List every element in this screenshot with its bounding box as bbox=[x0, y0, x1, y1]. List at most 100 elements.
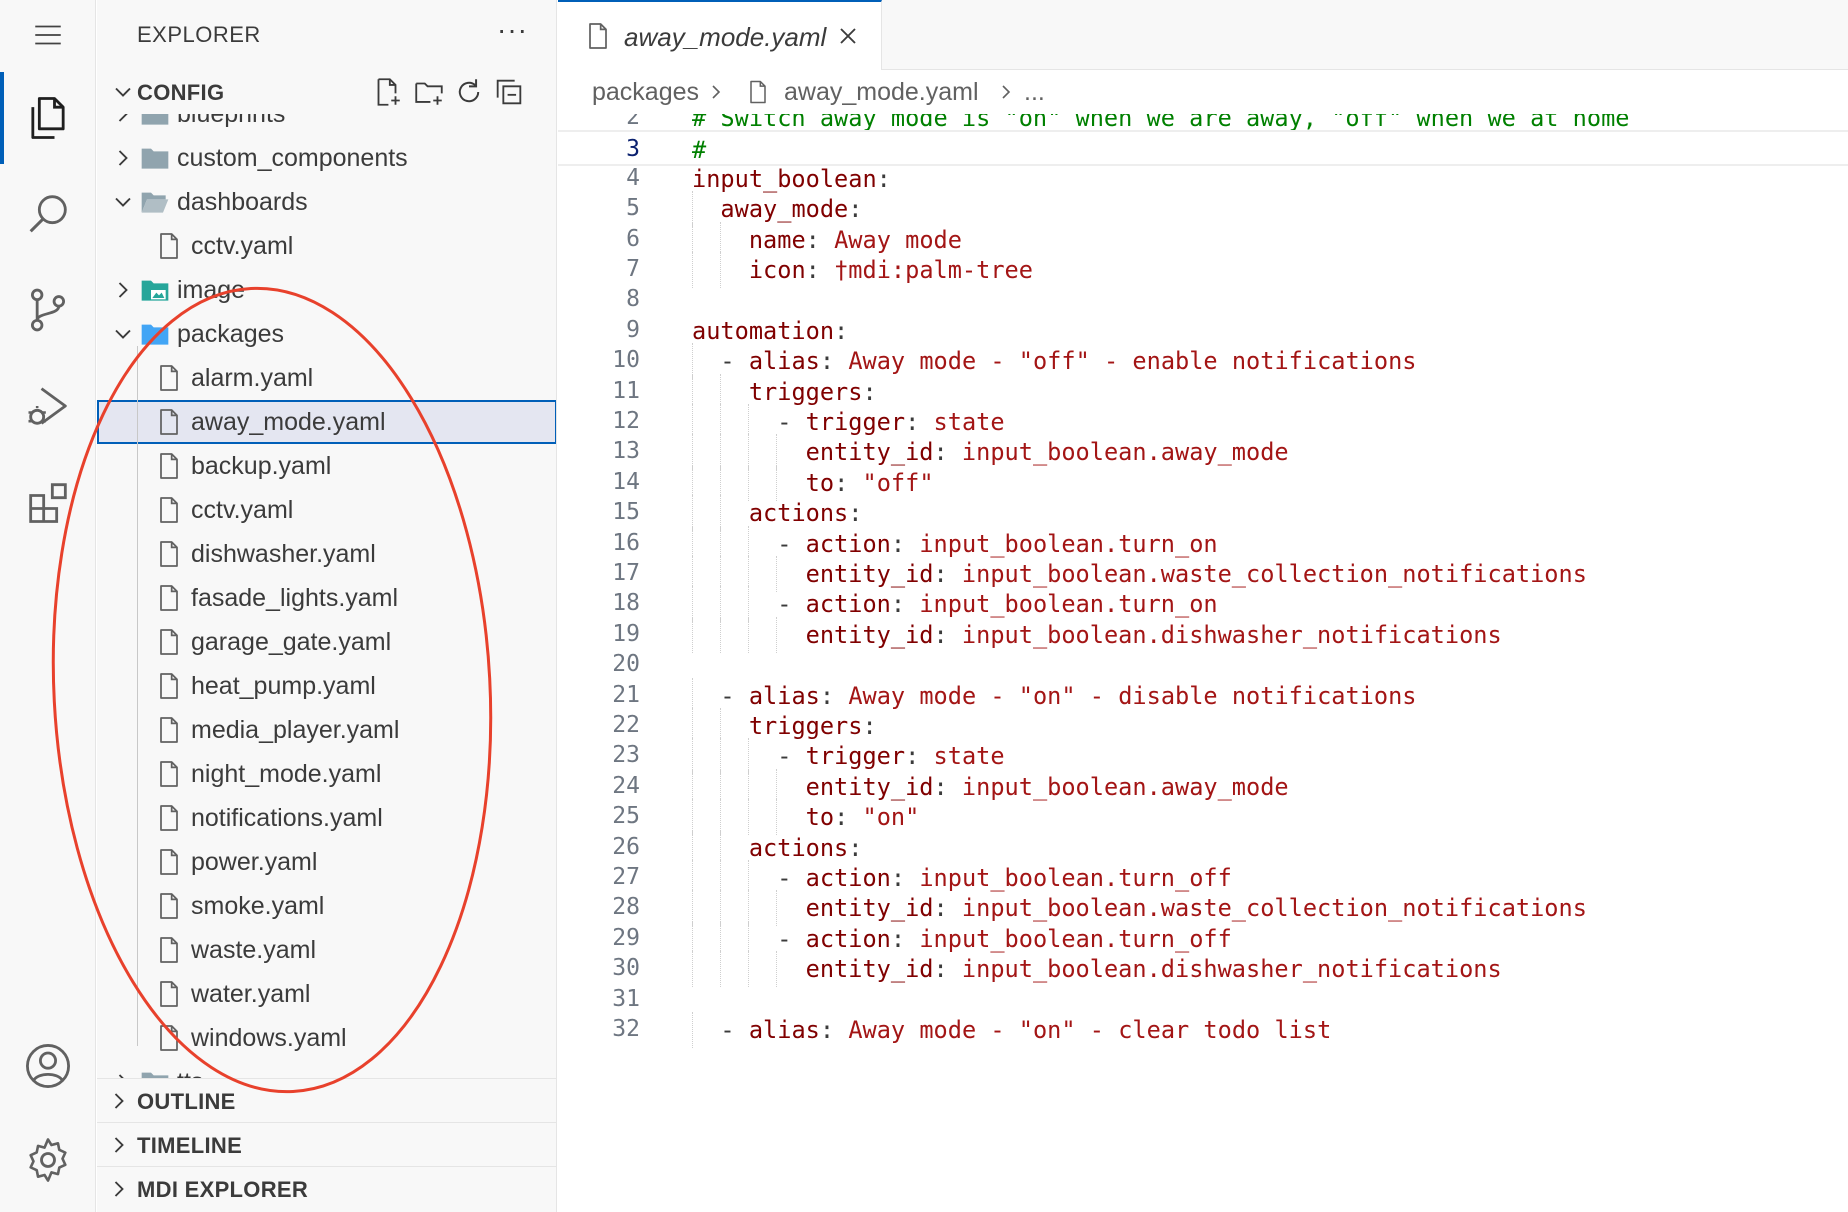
workspace-root-header[interactable]: CONFIG bbox=[97, 70, 556, 114]
menu-button[interactable] bbox=[0, 0, 96, 70]
chevron-right-icon bbox=[118, 114, 128, 122]
code-text: to: "on" bbox=[805, 803, 920, 832]
extensions-view-button[interactable] bbox=[0, 454, 96, 550]
gear-icon bbox=[29, 1138, 67, 1182]
tree-file-item[interactable]: water.yaml bbox=[97, 972, 556, 1016]
tree-file-item[interactable]: media_player.yaml bbox=[97, 708, 556, 752]
timeline-section[interactable]: TIMELINE bbox=[97, 1122, 556, 1166]
activity-bar bbox=[0, 0, 96, 1212]
breadcrumb-symbols[interactable]: ... bbox=[1024, 78, 1045, 107]
mdi-explorer-section[interactable]: MDI EXPLORER bbox=[97, 1166, 556, 1210]
more-actions-icon[interactable]: ··· bbox=[497, 14, 528, 46]
tree-file-item[interactable]: cctv.yaml bbox=[97, 224, 556, 268]
new-folder-icon bbox=[415, 82, 443, 105]
line-number: 8 bbox=[626, 286, 640, 313]
extensions-icon bbox=[29, 483, 67, 523]
tree-file-item[interactable]: fasade_lights.yaml bbox=[97, 576, 556, 620]
line-number: 28 bbox=[612, 894, 640, 921]
code-line: 32 - alias: Away mode - "on" - clear tod… bbox=[558, 1012, 1848, 1048]
tree-file-item[interactable]: smoke.yaml bbox=[97, 884, 556, 928]
line-number: 5 bbox=[626, 195, 640, 222]
tree-item-label: cctv.yaml bbox=[191, 496, 294, 524]
tree-item-label: packages bbox=[177, 320, 285, 348]
code-editor[interactable]: 2 # Switch away_mode is "on" when we are … bbox=[558, 114, 1848, 1212]
chevron-down-icon bbox=[115, 197, 131, 207]
chevron-right-icon bbox=[118, 150, 128, 166]
tree-file-item[interactable]: notifications.yaml bbox=[97, 796, 556, 840]
code-text: - alias: Away mode - "off" - enable noti… bbox=[720, 347, 1417, 376]
tree-file-item[interactable]: alarm.yaml bbox=[97, 356, 556, 400]
image-folder-icon bbox=[141, 280, 169, 301]
explorer-title: EXPLORER bbox=[137, 22, 261, 47]
tree-file-item[interactable]: night_mode.yaml bbox=[97, 752, 556, 796]
code-text: - action: input_boolean.turn_off bbox=[777, 864, 1232, 892]
folder-icon bbox=[141, 148, 169, 169]
tree-item-label: cctv.yaml bbox=[191, 232, 294, 260]
collapse-folders-button[interactable] bbox=[489, 74, 529, 110]
breadcrumb-packages[interactable]: packages bbox=[592, 78, 699, 107]
code-text: entity_id: input_boolean.dishwasher_noti… bbox=[805, 955, 1502, 984]
tree-file-item[interactable]: windows.yaml bbox=[97, 1016, 556, 1060]
file-icon bbox=[160, 1025, 178, 1051]
collapse-all-icon bbox=[496, 79, 522, 105]
tree-folder-item[interactable]: tts bbox=[97, 1060, 556, 1078]
refresh-explorer-button[interactable] bbox=[449, 74, 489, 110]
code-text: automation: bbox=[692, 316, 849, 345]
line-number: 4 bbox=[626, 164, 640, 191]
tree-folder-item[interactable]: packages bbox=[97, 312, 556, 356]
chevron-right-icon bbox=[118, 1074, 124, 1078]
accounts-button[interactable] bbox=[0, 1018, 96, 1114]
close-icon[interactable] bbox=[834, 22, 862, 50]
new-file-button[interactable] bbox=[367, 74, 407, 110]
tree-folder-item[interactable]: blueprints bbox=[97, 114, 556, 136]
tree-file-item[interactable]: waste.yaml bbox=[97, 928, 556, 972]
file-icon bbox=[160, 761, 178, 787]
breadcrumb: packages away_mode.yaml ... bbox=[558, 70, 1848, 114]
file-icon bbox=[160, 233, 178, 259]
line-number: 3 bbox=[626, 136, 640, 163]
explorer-view-button[interactable] bbox=[0, 70, 96, 166]
tree-file-item[interactable]: heat_pump.yaml bbox=[97, 664, 556, 708]
line-number: 17 bbox=[612, 560, 640, 586]
tree-item-label: custom_components bbox=[177, 144, 408, 172]
editor-tab-bar: away_mode.yaml bbox=[558, 0, 1848, 70]
tree-item-label: fasade_lights.yaml bbox=[191, 584, 399, 612]
line-number: 22 bbox=[612, 712, 640, 738]
line-number: 18 bbox=[612, 590, 640, 617]
new-folder-button[interactable] bbox=[409, 74, 449, 110]
search-view-button[interactable] bbox=[0, 166, 96, 262]
tree-file-item[interactable]: cctv.yaml bbox=[97, 488, 556, 532]
tree-item-label: smoke.yaml bbox=[191, 892, 325, 920]
tree-file-item[interactable]: away_mode.yaml bbox=[97, 400, 556, 444]
chevron-right-icon bbox=[1002, 85, 1011, 99]
line-number: 29 bbox=[612, 924, 640, 951]
file-icon bbox=[160, 981, 178, 1007]
indent-guide bbox=[137, 346, 138, 1046]
tree-folder-item[interactable]: custom_components bbox=[97, 136, 556, 180]
tree-folder-item[interactable]: dashboards bbox=[97, 180, 556, 224]
outline-section[interactable]: OUTLINE bbox=[97, 1078, 556, 1122]
tree-item-label: power.yaml bbox=[191, 848, 318, 876]
tab-away-mode-yaml[interactable]: away_mode.yaml bbox=[558, 0, 882, 70]
code-text: entity_id: input_boolean.waste_collectio… bbox=[805, 894, 1587, 923]
tree-file-item[interactable]: garage_gate.yaml bbox=[97, 620, 556, 664]
tree-folder-item[interactable]: image bbox=[97, 268, 556, 312]
tree-file-item[interactable]: backup.yaml bbox=[97, 444, 556, 488]
chevron-right-icon bbox=[118, 282, 128, 298]
manage-button[interactable] bbox=[0, 1112, 96, 1208]
code-text: to: "off" bbox=[805, 468, 934, 497]
source-control-icon bbox=[30, 288, 66, 332]
tree-item-label: media_player.yaml bbox=[191, 716, 400, 744]
file-icon bbox=[160, 805, 178, 831]
tree-file-item[interactable]: power.yaml bbox=[97, 840, 556, 884]
folder-icon bbox=[141, 192, 169, 213]
code-text: - trigger: state bbox=[777, 742, 1005, 771]
code-text: away_mode: bbox=[720, 195, 863, 224]
tree-file-item[interactable]: dishwasher.yaml bbox=[97, 532, 556, 576]
source-control-view-button[interactable] bbox=[0, 262, 96, 358]
code-text: - action: input_boolean.turn_on bbox=[777, 529, 1218, 558]
breadcrumb-file[interactable]: away_mode.yaml bbox=[784, 78, 979, 107]
line-number: 31 bbox=[612, 985, 640, 1012]
line-number: 2 bbox=[626, 114, 640, 130]
run-debug-view-button[interactable] bbox=[0, 358, 96, 454]
